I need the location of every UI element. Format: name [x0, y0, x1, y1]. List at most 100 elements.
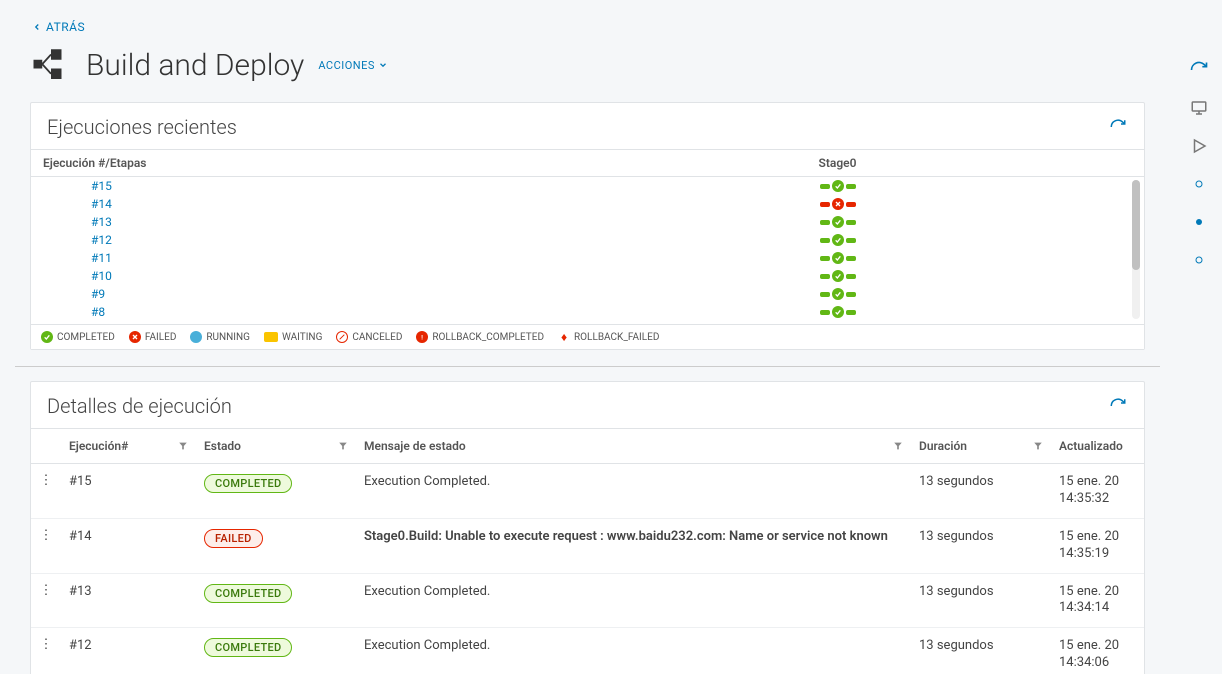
stage-cell	[591, 288, 1144, 300]
filter-icon[interactable]	[893, 441, 903, 451]
pipeline-icon	[30, 44, 72, 86]
col-message[interactable]: Mensaje de estado	[356, 429, 911, 464]
stage-cell	[591, 252, 1144, 264]
cell-duration: 13 segundos	[911, 573, 1051, 628]
stage-cell	[591, 234, 1144, 246]
col-execution-id[interactable]: Ejecución#	[61, 429, 196, 464]
exec-id: #15	[31, 179, 591, 193]
filter-icon[interactable]	[178, 441, 188, 451]
stage-cell	[591, 216, 1144, 228]
status-completed-icon	[832, 306, 844, 318]
filter-icon[interactable]	[1033, 441, 1043, 451]
status-completed-icon	[832, 270, 844, 282]
recent-executions-card: Ejecuciones recientes Ejecución #/Etapas…	[30, 102, 1145, 350]
legend-waiting: WAITING	[282, 332, 322, 343]
legend-rollback-failed: ROLLBACK_FAILED	[574, 332, 659, 343]
rail-nav-dot-1[interactable]	[1189, 174, 1209, 194]
recent-row[interactable]: #10	[31, 267, 1144, 285]
stage-cell	[591, 198, 1144, 210]
cell-updated: 15 ene. 2014:35:19	[1051, 518, 1144, 573]
refresh-icon	[1109, 118, 1127, 136]
status-completed-icon	[832, 288, 844, 300]
chevron-left-icon	[32, 22, 42, 32]
rail-nav-dot-2[interactable]	[1189, 212, 1209, 232]
row-menu-button[interactable]: ⋮	[31, 628, 61, 674]
actions-label: ACCIONES	[318, 59, 375, 72]
col-state[interactable]: Estado	[196, 429, 356, 464]
back-link[interactable]: ATRÁS	[0, 0, 85, 44]
status-pill-completed: COMPLETED	[204, 638, 292, 657]
row-menu-button[interactable]: ⋮	[31, 518, 61, 573]
col-duration[interactable]: Duración	[911, 429, 1051, 464]
cell-exec-id: #15	[61, 464, 196, 519]
cell-exec-id: #12	[61, 628, 196, 674]
legend-rollback-completed: ROLLBACK_COMPLETED	[432, 332, 544, 343]
actions-dropdown[interactable]: ACCIONES	[318, 59, 388, 72]
details-row: ⋮#15COMPLETEDExecution Completed.13 segu…	[31, 464, 1144, 519]
exec-id: #14	[31, 197, 591, 211]
cell-state: COMPLETED	[196, 573, 356, 628]
legend-running: RUNNING	[206, 332, 250, 343]
exec-id: #10	[31, 269, 591, 283]
status-legend: COMPLETED FAILED RUNNING WAITING CANCELE…	[31, 324, 1144, 349]
cell-updated: 15 ene. 2014:34:06	[1051, 628, 1144, 674]
status-pill-failed: FAILED	[204, 529, 263, 548]
cell-exec-id: #13	[61, 573, 196, 628]
cell-updated: 15 ene. 2014:35:32	[1051, 464, 1144, 519]
row-menu-button[interactable]: ⋮	[31, 573, 61, 628]
legend-canceled: CANCELED	[352, 332, 402, 343]
cell-message: Stage0.Build: Unable to execute request …	[356, 518, 911, 573]
rail-nav-dot-3[interactable]	[1189, 250, 1209, 270]
cell-message: Execution Completed.	[356, 573, 911, 628]
status-completed-icon	[832, 216, 844, 228]
col-stage0: Stage0	[591, 156, 1144, 170]
exec-id: #13	[31, 215, 591, 229]
cell-updated: 15 ene. 2014:34:14	[1051, 573, 1144, 628]
cell-message: Execution Completed.	[356, 464, 911, 519]
details-row: ⋮#12 COMPLETED Execution Completed.13 segu…	[31, 628, 1144, 674]
status-completed-icon	[832, 180, 844, 192]
filter-icon[interactable]	[338, 441, 348, 451]
recent-row[interactable]: #12	[31, 231, 1144, 249]
recent-row[interactable]: #13	[31, 213, 1144, 231]
cell-message: Execution Completed.	[356, 628, 911, 674]
exec-id: #9	[31, 287, 591, 301]
details-row: ⋮#14 FAILED Stage0.Build: Unable to execut…	[31, 518, 1144, 573]
col-updated[interactable]: Actualizado	[1051, 429, 1144, 464]
recent-scrollbar[interactable]	[1132, 180, 1140, 319]
details-title: Detalles de ejecución	[47, 394, 232, 418]
recent-scroll-thumb[interactable]	[1132, 180, 1140, 270]
rail-run-button[interactable]	[1189, 136, 1209, 156]
recent-row[interactable]: #14	[31, 195, 1144, 213]
exec-id: #11	[31, 251, 591, 265]
recent-row[interactable]: #8	[31, 303, 1144, 321]
page-title: Build and Deploy	[86, 48, 304, 83]
cell-state: COMPLETED	[196, 464, 356, 519]
col-menu	[31, 429, 61, 464]
refresh-icon	[1109, 397, 1127, 415]
back-label: ATRÁS	[46, 20, 85, 34]
cell-state: FAILED	[196, 518, 356, 573]
right-rail	[1175, 0, 1222, 674]
exec-id: #8	[31, 305, 591, 319]
status-pill-completed: COMPLETED	[204, 584, 292, 603]
col-exec-stages: Ejecución #/Etapas	[31, 156, 591, 170]
refresh-recent-button[interactable]	[1108, 117, 1128, 137]
rail-monitor-button[interactable]	[1189, 98, 1209, 118]
cell-state: COMPLETED	[196, 628, 356, 674]
recent-row[interactable]: #9	[31, 285, 1144, 303]
recent-row[interactable]: #15	[31, 177, 1144, 195]
status-completed-icon	[832, 252, 844, 264]
cell-exec-id: #14	[61, 518, 196, 573]
exec-id: #12	[31, 233, 591, 247]
refresh-details-button[interactable]	[1108, 396, 1128, 416]
row-menu-button[interactable]: ⋮	[31, 464, 61, 519]
legend-failed: FAILED	[145, 332, 177, 343]
chevron-down-icon	[378, 60, 388, 70]
rail-refresh-button[interactable]	[1189, 60, 1209, 80]
cell-duration: 13 segundos	[911, 628, 1051, 674]
stage-cell	[591, 180, 1144, 192]
legend-completed: COMPLETED	[57, 332, 115, 343]
recent-title: Ejecuciones recientes	[47, 115, 237, 139]
recent-row[interactable]: #11	[31, 249, 1144, 267]
